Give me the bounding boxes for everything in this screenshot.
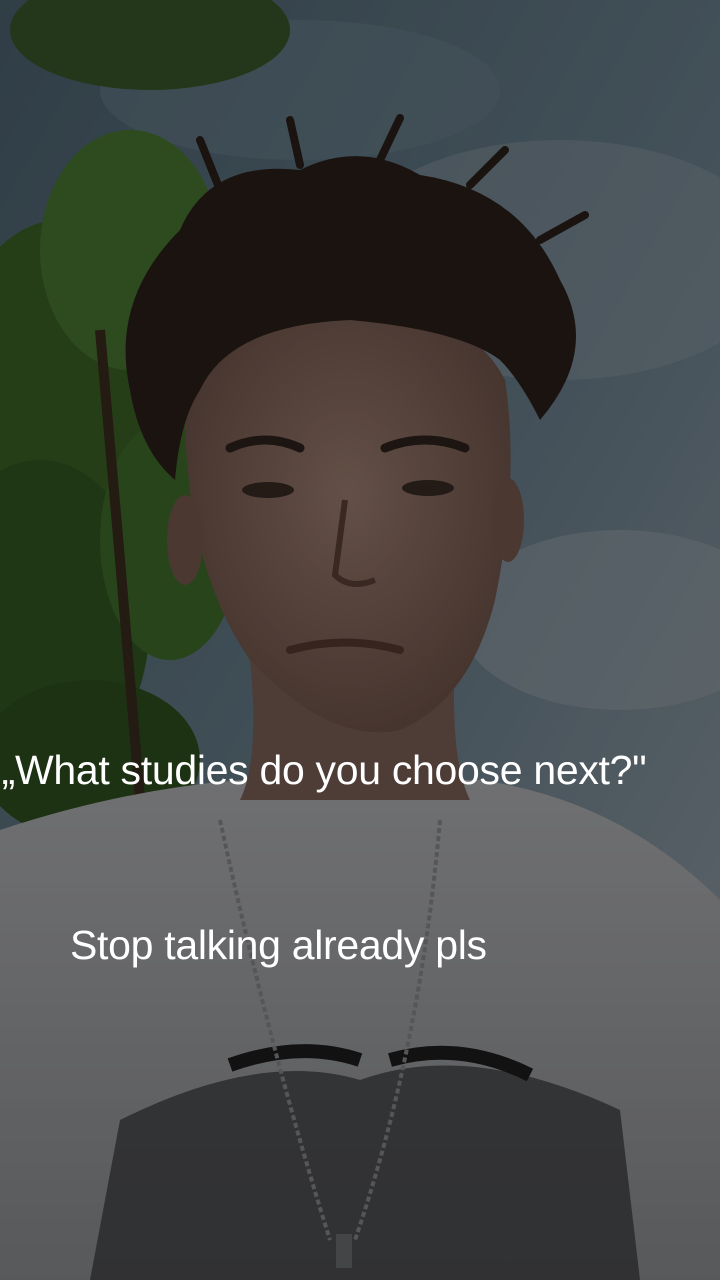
video-frame[interactable]: „What studies do you choose next?" Stop …: [0, 0, 720, 1280]
caption-quote: „What studies do you choose next?": [1, 747, 647, 793]
dim-overlay: [0, 0, 720, 1280]
caption-reply: Stop talking already pls: [70, 922, 487, 968]
